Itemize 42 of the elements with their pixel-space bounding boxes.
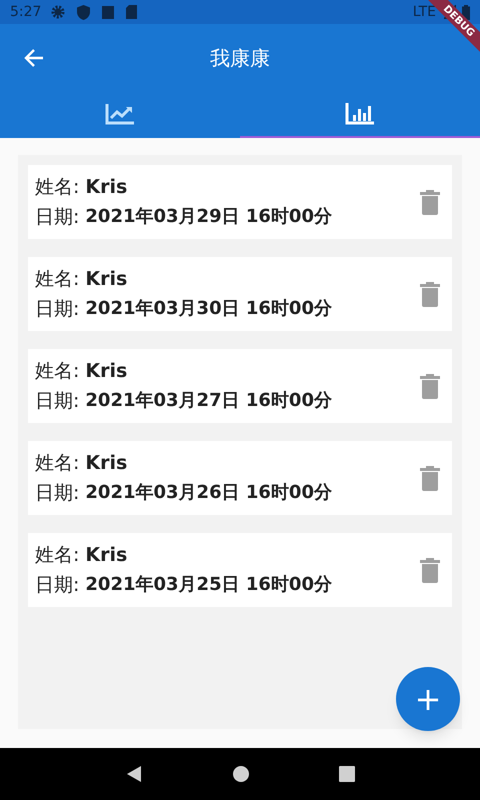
name-label: 姓名: — [35, 267, 80, 292]
date-value: 2021年03月27日 16时00分 — [85, 389, 332, 413]
date-label: 日期: — [35, 481, 80, 506]
back-icon[interactable] — [124, 765, 143, 783]
name-value: Kris — [85, 175, 128, 200]
date-value: 2021年03月29日 16时00分 — [85, 205, 332, 229]
name-label: 姓名: — [35, 359, 80, 384]
delete-button[interactable] — [418, 464, 442, 492]
date-label: 日期: — [35, 297, 80, 322]
delete-button[interactable] — [418, 556, 442, 584]
app-title: 我康康 — [210, 45, 270, 72]
name-label: 姓名: — [35, 451, 80, 476]
line-chart-icon — [105, 103, 135, 125]
date-label: 日期: — [35, 389, 80, 414]
trash-icon — [420, 282, 440, 306]
date-value: 2021年03月30日 16时00分 — [85, 297, 332, 321]
name-label: 姓名: — [35, 543, 80, 568]
shield-icon — [77, 4, 90, 20]
back-arrow-icon — [24, 49, 44, 67]
date-label: 日期: — [35, 573, 80, 598]
recents-icon[interactable] — [339, 766, 356, 782]
sd-card-icon — [126, 5, 138, 19]
status-time: 5:27 — [10, 2, 42, 22]
delete-button[interactable] — [418, 188, 442, 216]
name-value: Kris — [85, 267, 128, 292]
date-label: 日期: — [35, 205, 80, 230]
home-icon[interactable] — [232, 765, 250, 783]
name-value: Kris — [85, 359, 128, 384]
bar-chart-icon — [345, 103, 375, 125]
trash-icon — [420, 374, 440, 398]
trash-icon — [420, 190, 440, 214]
delete-button[interactable] — [418, 280, 442, 308]
date-value: 2021年03月26日 16时00分 — [85, 481, 332, 505]
delete-button[interactable] — [418, 372, 442, 400]
name-value: Kris — [85, 543, 128, 568]
name-value: Kris — [85, 451, 128, 476]
date-value: 2021年03月25日 16时00分 — [85, 573, 332, 597]
network-label: LTE — [412, 2, 436, 22]
trash-icon — [420, 558, 440, 582]
trash-icon — [420, 466, 440, 490]
name-label: 姓名: — [35, 175, 80, 200]
gear-icon — [51, 5, 66, 19]
